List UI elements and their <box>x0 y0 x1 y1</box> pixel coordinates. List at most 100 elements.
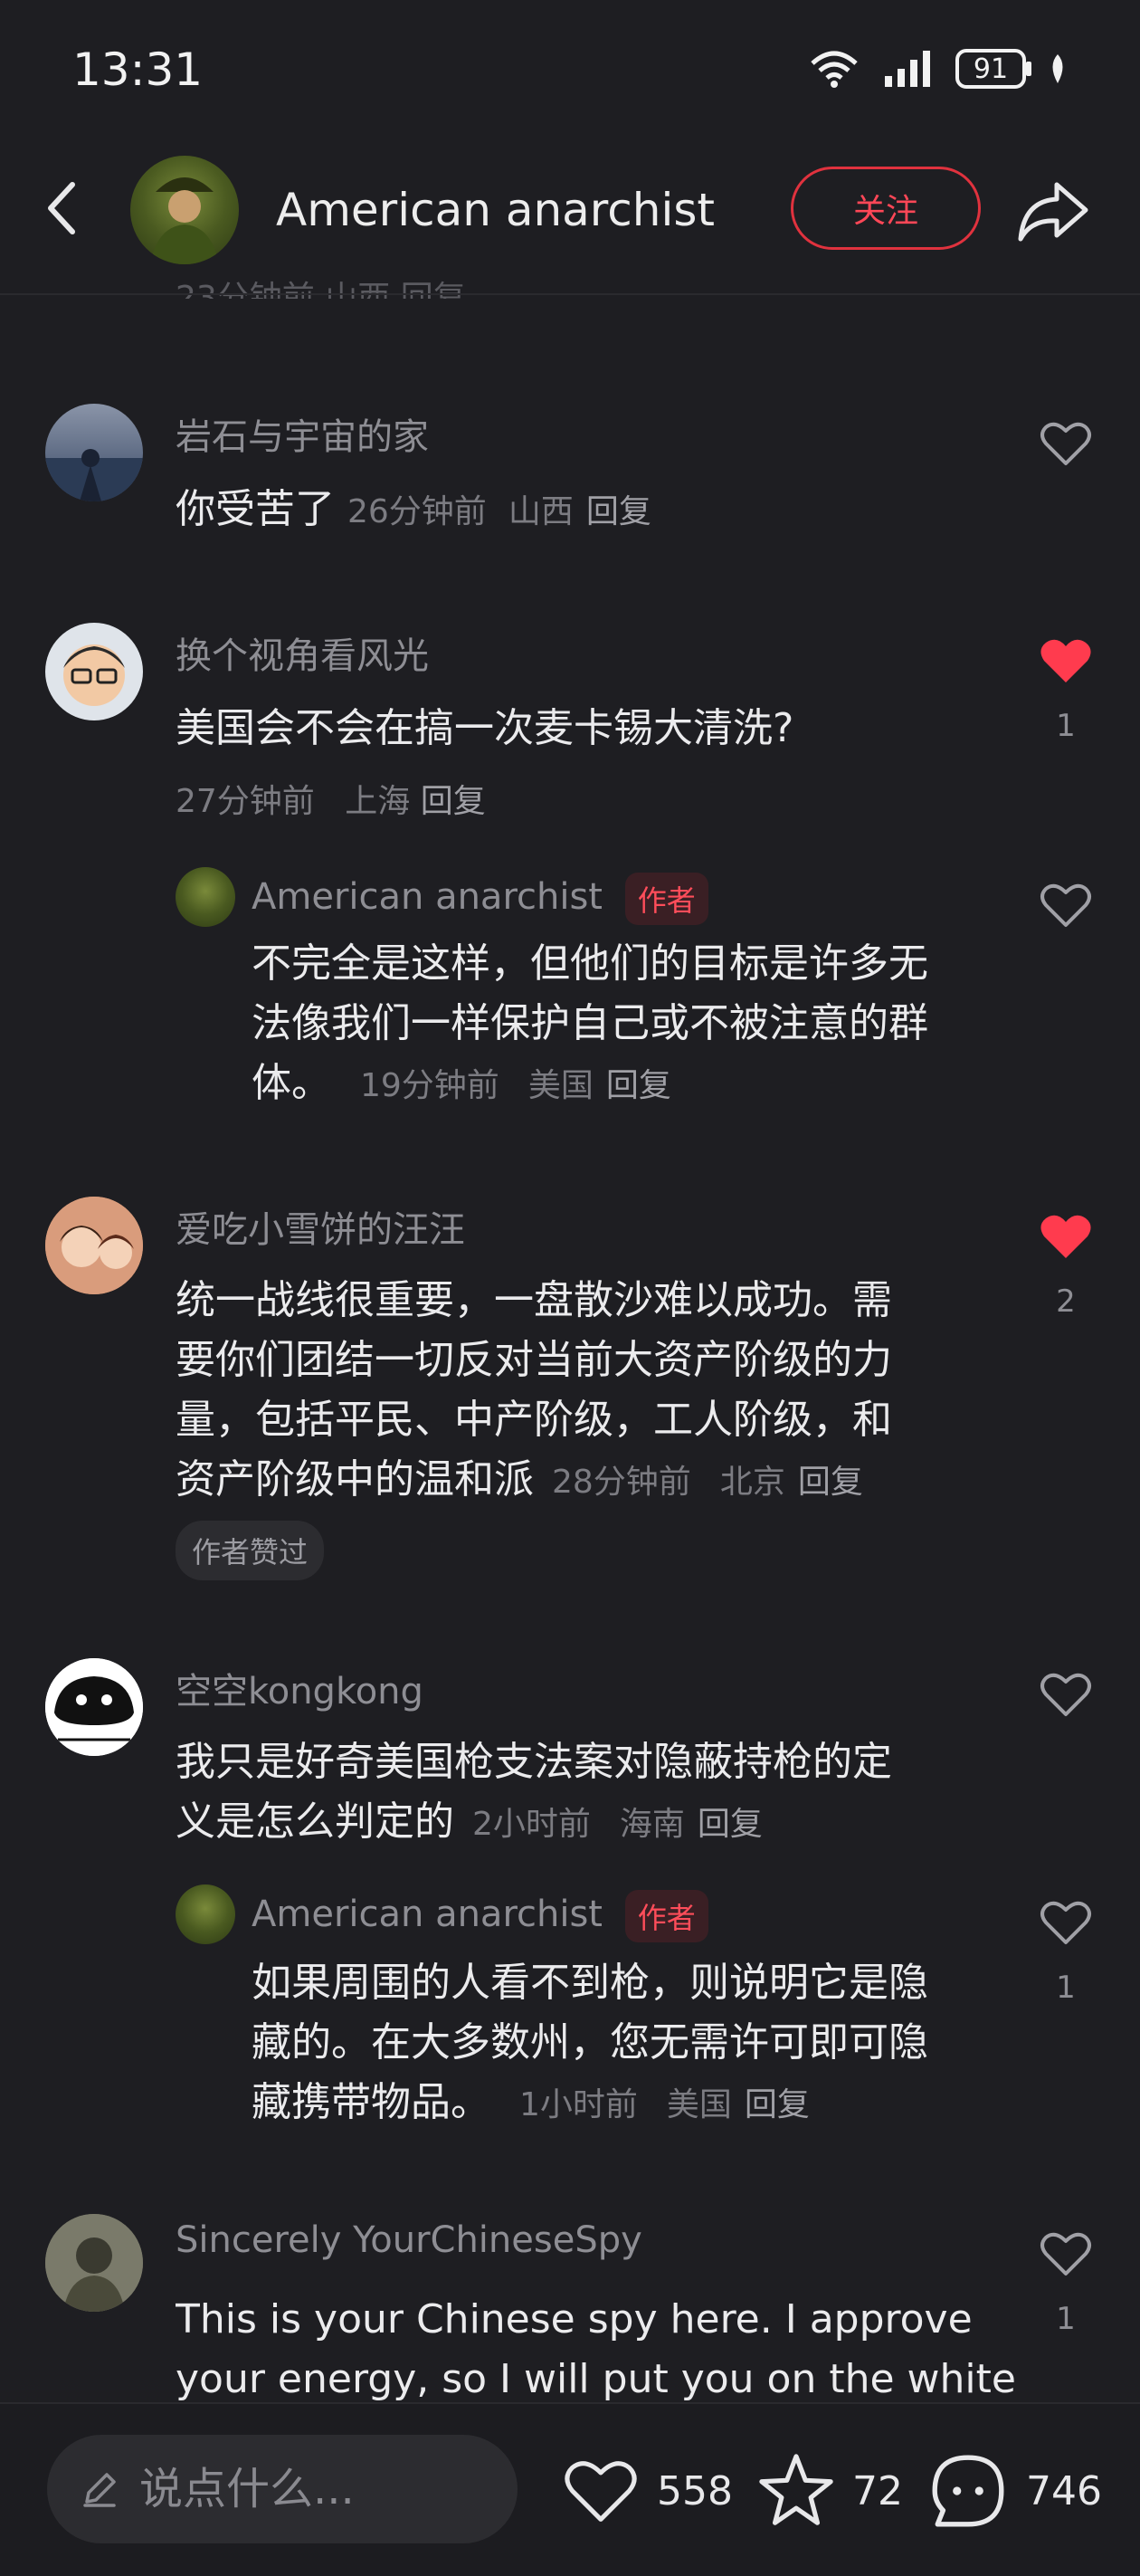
comment-bubble-icon <box>932 2455 1004 2527</box>
reply-time: 19分钟前 <box>360 1067 499 1104</box>
comment-line: 义是怎么判定的 <box>176 1798 454 1845</box>
reply-line: 藏携带物品。 <box>252 2079 490 2125</box>
avatar[interactable] <box>176 867 235 927</box>
heart-outline-icon <box>1040 1673 1091 1716</box>
avatar-image <box>45 449 143 501</box>
avatar[interactable] <box>45 2214 143 2312</box>
reply-line: 如果周围的人看不到枪，则说明它是隐 <box>252 1960 928 2006</box>
avatar[interactable] <box>45 623 143 720</box>
reply-link[interactable]: 回复 <box>745 2086 810 2123</box>
status-icons: 91 <box>807 49 1068 89</box>
comment-username[interactable]: Sincerely YourChineseSpy <box>176 2219 642 2261</box>
comment-username[interactable]: 岩石与宇宙的家 <box>176 407 429 460</box>
reply-line: 法像我们一样保护自己或不被注意的群 <box>252 1000 928 1046</box>
comment-line: 要你们团结一切反对当前大资产阶级的力 <box>176 1337 892 1383</box>
reply-line: 不完全是这样，但他们的目标是许多无 <box>252 940 928 987</box>
reply-location: 美国 <box>666 2086 732 2123</box>
like-post-button[interactable]: 558 <box>561 2455 733 2527</box>
leaf-icon <box>1052 54 1063 83</box>
avatar-image <box>45 2214 143 2312</box>
reply-link[interactable]: 回复 <box>798 1464 863 1501</box>
author-badge: 作者 <box>624 873 708 925</box>
comment-text: 我只是好奇美国枪支法案对隐蔽持枪的定 义是怎么判定的 2小时前 海南 回复 <box>176 1732 892 1855</box>
chevron-left-icon <box>48 182 75 234</box>
star-outline-icon <box>759 2454 833 2525</box>
like-button[interactable] <box>1039 1211 1093 1265</box>
like-button[interactable] <box>1039 1897 1093 1951</box>
reply-link[interactable]: 回复 <box>698 1806 763 1843</box>
reply-link[interactable]: 回复 <box>421 783 486 820</box>
avatar[interactable] <box>45 404 143 501</box>
reply-time: 1小时前 <box>519 2086 638 2123</box>
comment-meta: 27分钟前 上海 回复 <box>176 775 486 822</box>
back-button[interactable] <box>36 172 90 244</box>
reply-username: American anarchist 作者 <box>252 873 708 925</box>
comment-line: 资产阶级中的温和派 <box>176 1456 534 1503</box>
heart-outline-icon <box>1040 883 1091 927</box>
share-icon <box>1018 182 1088 242</box>
reply-link[interactable]: 回复 <box>586 493 651 530</box>
like-count: 1 <box>1056 2301 1076 2337</box>
reply-username-text[interactable]: American anarchist <box>252 876 603 918</box>
like-count: 2 <box>1056 1283 1076 1320</box>
like-button[interactable] <box>1039 635 1093 690</box>
like-count: 1 <box>1056 1970 1076 2006</box>
like-button[interactable] <box>1039 880 1093 934</box>
reply-text: 不完全是这样，但他们的目标是许多无 法像我们一样保护自己或不被注意的群 体。 1… <box>252 934 928 1116</box>
avatar-image <box>63 644 125 706</box>
reply-link[interactable]: 回复 <box>606 1067 671 1104</box>
signal-icon <box>885 51 930 87</box>
reply-text: 如果周围的人看不到枪，则说明它是隐 藏的。在大多数州，您无需许可即可隐 藏携带物… <box>252 1953 928 2135</box>
avatar[interactable] <box>176 1884 235 1944</box>
author-avatar[interactable] <box>130 156 239 264</box>
comment-line: your energy, so I will put you on the wh… <box>176 2356 1016 2402</box>
comment-username[interactable]: 空空kongkong <box>176 1662 423 1714</box>
reply-location: 美国 <box>527 1067 594 1104</box>
reply-username-text[interactable]: American anarchist <box>252 1894 603 1935</box>
comment-username[interactable]: 爱吃小雪饼的汪汪 <box>176 1200 465 1253</box>
like-count: 1 <box>1056 708 1076 744</box>
comment-text: 统一战线很重要，一盘散沙难以成功。需 要你们团结一切反对当前大资产阶级的力 量，… <box>176 1271 892 1512</box>
comment-time: 27分钟前 <box>176 783 315 820</box>
comment-username[interactable]: 换个视角看风光 <box>176 626 429 679</box>
comment-time: 2小时前 <box>472 1806 591 1843</box>
comments-button[interactable]: 746 <box>926 2449 1102 2533</box>
comment-input-wrapper[interactable] <box>47 2435 518 2543</box>
wifi-icon <box>811 51 858 88</box>
comment-body: 你受苦了 <box>176 486 335 532</box>
share-button[interactable] <box>1013 177 1091 246</box>
favorite-button[interactable]: 72 <box>756 2451 903 2531</box>
heart-outline-icon <box>565 2461 637 2522</box>
heart-filled-icon <box>1040 639 1091 682</box>
comment-text: 美国会不会在搞一次麦卡锡大清洗? <box>176 705 794 751</box>
avatar[interactable] <box>45 1658 143 1756</box>
reply-line: 体。 <box>252 1060 331 1106</box>
pencil-icon <box>83 2473 116 2507</box>
comment-count: 746 <box>1026 2467 1102 2514</box>
comment-time: 28分钟前 <box>552 1464 691 1501</box>
reply-username: American anarchist 作者 <box>252 1890 708 1942</box>
comment-text: This is your Chinese spy here. I approve… <box>176 2290 1016 2402</box>
comment-line: 量，包括平民、中产阶级，工人阶级，和 <box>176 1397 892 1443</box>
comment-time: 26分钟前 <box>347 493 487 530</box>
status-time: 13:31 <box>72 43 204 96</box>
comment-line: This is your Chinese spy here. I approve <box>176 2296 973 2342</box>
author-liked-chip: 作者赞过 <box>176 1521 325 1580</box>
post-like-count: 558 <box>657 2467 733 2514</box>
like-button[interactable] <box>1039 418 1093 472</box>
like-button[interactable] <box>1039 2228 1093 2283</box>
avatar[interactable] <box>45 1197 143 1294</box>
follow-button[interactable]: 关注 <box>791 167 981 250</box>
heart-outline-icon <box>1040 422 1091 465</box>
like-button[interactable] <box>1039 1669 1093 1723</box>
comment-location: 北京 <box>719 1464 785 1501</box>
battery-indicator: 91 <box>955 49 1031 89</box>
comment-location: 山西 <box>508 493 574 530</box>
comment-location: 上海 <box>345 783 411 820</box>
comment-input[interactable] <box>138 2463 485 2515</box>
avatar-image <box>45 1658 143 1756</box>
heart-filled-icon <box>1040 1215 1091 1258</box>
comment-location: 海南 <box>619 1806 685 1843</box>
heart-outline-icon <box>1040 1901 1091 1944</box>
page-title: American anarchist <box>276 184 715 236</box>
